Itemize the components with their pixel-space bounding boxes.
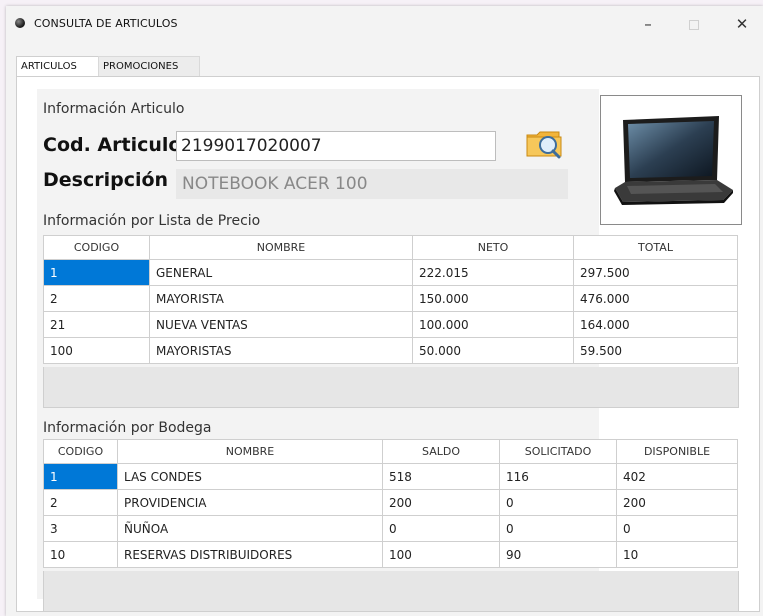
table-cell[interactable]: 100 [382, 541, 500, 568]
title-bar[interactable]: CONSULTA DE ARTICULOS – ✕ [6, 6, 763, 42]
table-cell[interactable]: 402 [616, 463, 738, 490]
table-cell[interactable]: 518 [382, 463, 500, 490]
column-header[interactable]: NOMBRE [149, 235, 413, 260]
column-header[interactable]: NETO [412, 235, 574, 260]
close-button[interactable]: ✕ [722, 12, 762, 36]
table-cell[interactable]: 476.000 [573, 285, 738, 312]
table-row[interactable]: 10 RESERVAS DISTRIBUIDORES 100 90 10 [43, 541, 738, 568]
table-cell[interactable]: 1 [43, 259, 150, 286]
table-cell[interactable]: 0 [499, 489, 617, 516]
code-input[interactable] [176, 131, 496, 161]
table-row[interactable]: 3 ÑUÑOA 0 0 0 [43, 515, 738, 542]
column-header[interactable]: NOMBRE [117, 439, 383, 464]
magnifier-folder-icon [526, 131, 562, 159]
table-cell[interactable]: 222.015 [412, 259, 574, 286]
tab-promociones[interactable]: PROMOCIONES [98, 56, 200, 76]
column-header[interactable]: SALDO [382, 439, 500, 464]
article-section-title: Información Articulo [43, 101, 185, 117]
table-cell[interactable]: ÑUÑOA [117, 515, 383, 542]
table-row[interactable]: 100 MAYORISTAS 50.000 59.500 [43, 337, 738, 364]
code-label: Cod. Articulo [43, 134, 182, 156]
table-cell[interactable]: 0 [382, 515, 500, 542]
table-cell[interactable]: 297.500 [573, 259, 738, 286]
table-cell[interactable]: 100.000 [412, 311, 574, 338]
window-title: CONSULTA DE ARTICULOS [34, 17, 178, 30]
column-header[interactable]: TOTAL [573, 235, 738, 260]
price-list-grid: CODIGO NOMBRE NETO TOTAL 1 GENERAL 222.0… [43, 235, 738, 364]
column-header[interactable]: SOLICITADO [499, 439, 617, 464]
maximize-button[interactable] [674, 12, 714, 36]
maximize-icon [689, 20, 699, 30]
table-cell[interactable]: 200 [382, 489, 500, 516]
table-cell[interactable]: PROVIDENCIA [117, 489, 383, 516]
table-cell[interactable]: 90 [499, 541, 617, 568]
price-list-title: Información por Lista de Precio [43, 213, 261, 229]
tab-articulos[interactable]: ARTICULOS [16, 56, 104, 77]
product-image [600, 95, 742, 225]
table-row[interactable]: 21 NUEVA VENTAS 100.000 164.000 [43, 311, 738, 338]
column-header[interactable]: CODIGO [43, 235, 150, 260]
search-button[interactable] [523, 127, 567, 161]
price-grid-empty-area [43, 367, 739, 408]
column-header[interactable]: DISPONIBLE [616, 439, 738, 464]
table-cell[interactable]: 200 [616, 489, 738, 516]
table-cell[interactable]: 10 [43, 541, 118, 568]
minimize-button[interactable]: – [628, 12, 668, 36]
table-cell[interactable]: 3 [43, 515, 118, 542]
app-icon [15, 18, 25, 28]
table-row[interactable]: 2 MAYORISTA 150.000 476.000 [43, 285, 738, 312]
column-header[interactable]: CODIGO [43, 439, 118, 464]
table-cell[interactable]: GENERAL [149, 259, 413, 286]
table-cell[interactable]: 10 [616, 541, 738, 568]
description-label: Descripción [43, 169, 169, 191]
table-cell[interactable]: 50.000 [412, 337, 574, 364]
warehouse-title: Información por Bodega [43, 420, 212, 436]
table-row[interactable]: 1 GENERAL 222.015 297.500 [43, 259, 738, 286]
table-cell[interactable]: 164.000 [573, 311, 738, 338]
table-cell[interactable]: 2 [43, 285, 150, 312]
table-cell[interactable]: 1 [43, 463, 118, 490]
warehouse-header-row: CODIGO NOMBRE SALDO SOLICITADO DISPONIBL… [43, 439, 738, 464]
table-row[interactable]: 1 LAS CONDES 518 116 402 [43, 463, 738, 490]
table-cell[interactable]: 116 [499, 463, 617, 490]
table-cell[interactable]: 21 [43, 311, 150, 338]
table-cell[interactable]: LAS CONDES [117, 463, 383, 490]
table-cell[interactable]: 0 [616, 515, 738, 542]
table-row[interactable]: 2 PROVIDENCIA 200 0 200 [43, 489, 738, 516]
table-cell[interactable]: MAYORISTAS [149, 337, 413, 364]
table-cell[interactable]: MAYORISTA [149, 285, 413, 312]
table-cell[interactable]: RESERVAS DISTRIBUIDORES [117, 541, 383, 568]
warehouse-grid-empty-area [43, 571, 739, 612]
laptop-image [614, 116, 733, 205]
description-field: NOTEBOOK ACER 100 [176, 169, 568, 199]
table-cell[interactable]: NUEVA VENTAS [149, 311, 413, 338]
table-cell[interactable]: 2 [43, 489, 118, 516]
tab-panel: Información Articulo Cod. Articulo Descr… [16, 76, 760, 612]
table-cell[interactable]: 100 [43, 337, 150, 364]
main-window: CONSULTA DE ARTICULOS – ✕ ARTICULOS PROM… [6, 6, 763, 616]
table-cell[interactable]: 0 [499, 515, 617, 542]
table-cell[interactable]: 59.500 [573, 337, 738, 364]
table-cell[interactable]: 150.000 [412, 285, 574, 312]
warehouse-grid: CODIGO NOMBRE SALDO SOLICITADO DISPONIBL… [43, 439, 738, 568]
price-header-row: CODIGO NOMBRE NETO TOTAL [43, 235, 738, 260]
